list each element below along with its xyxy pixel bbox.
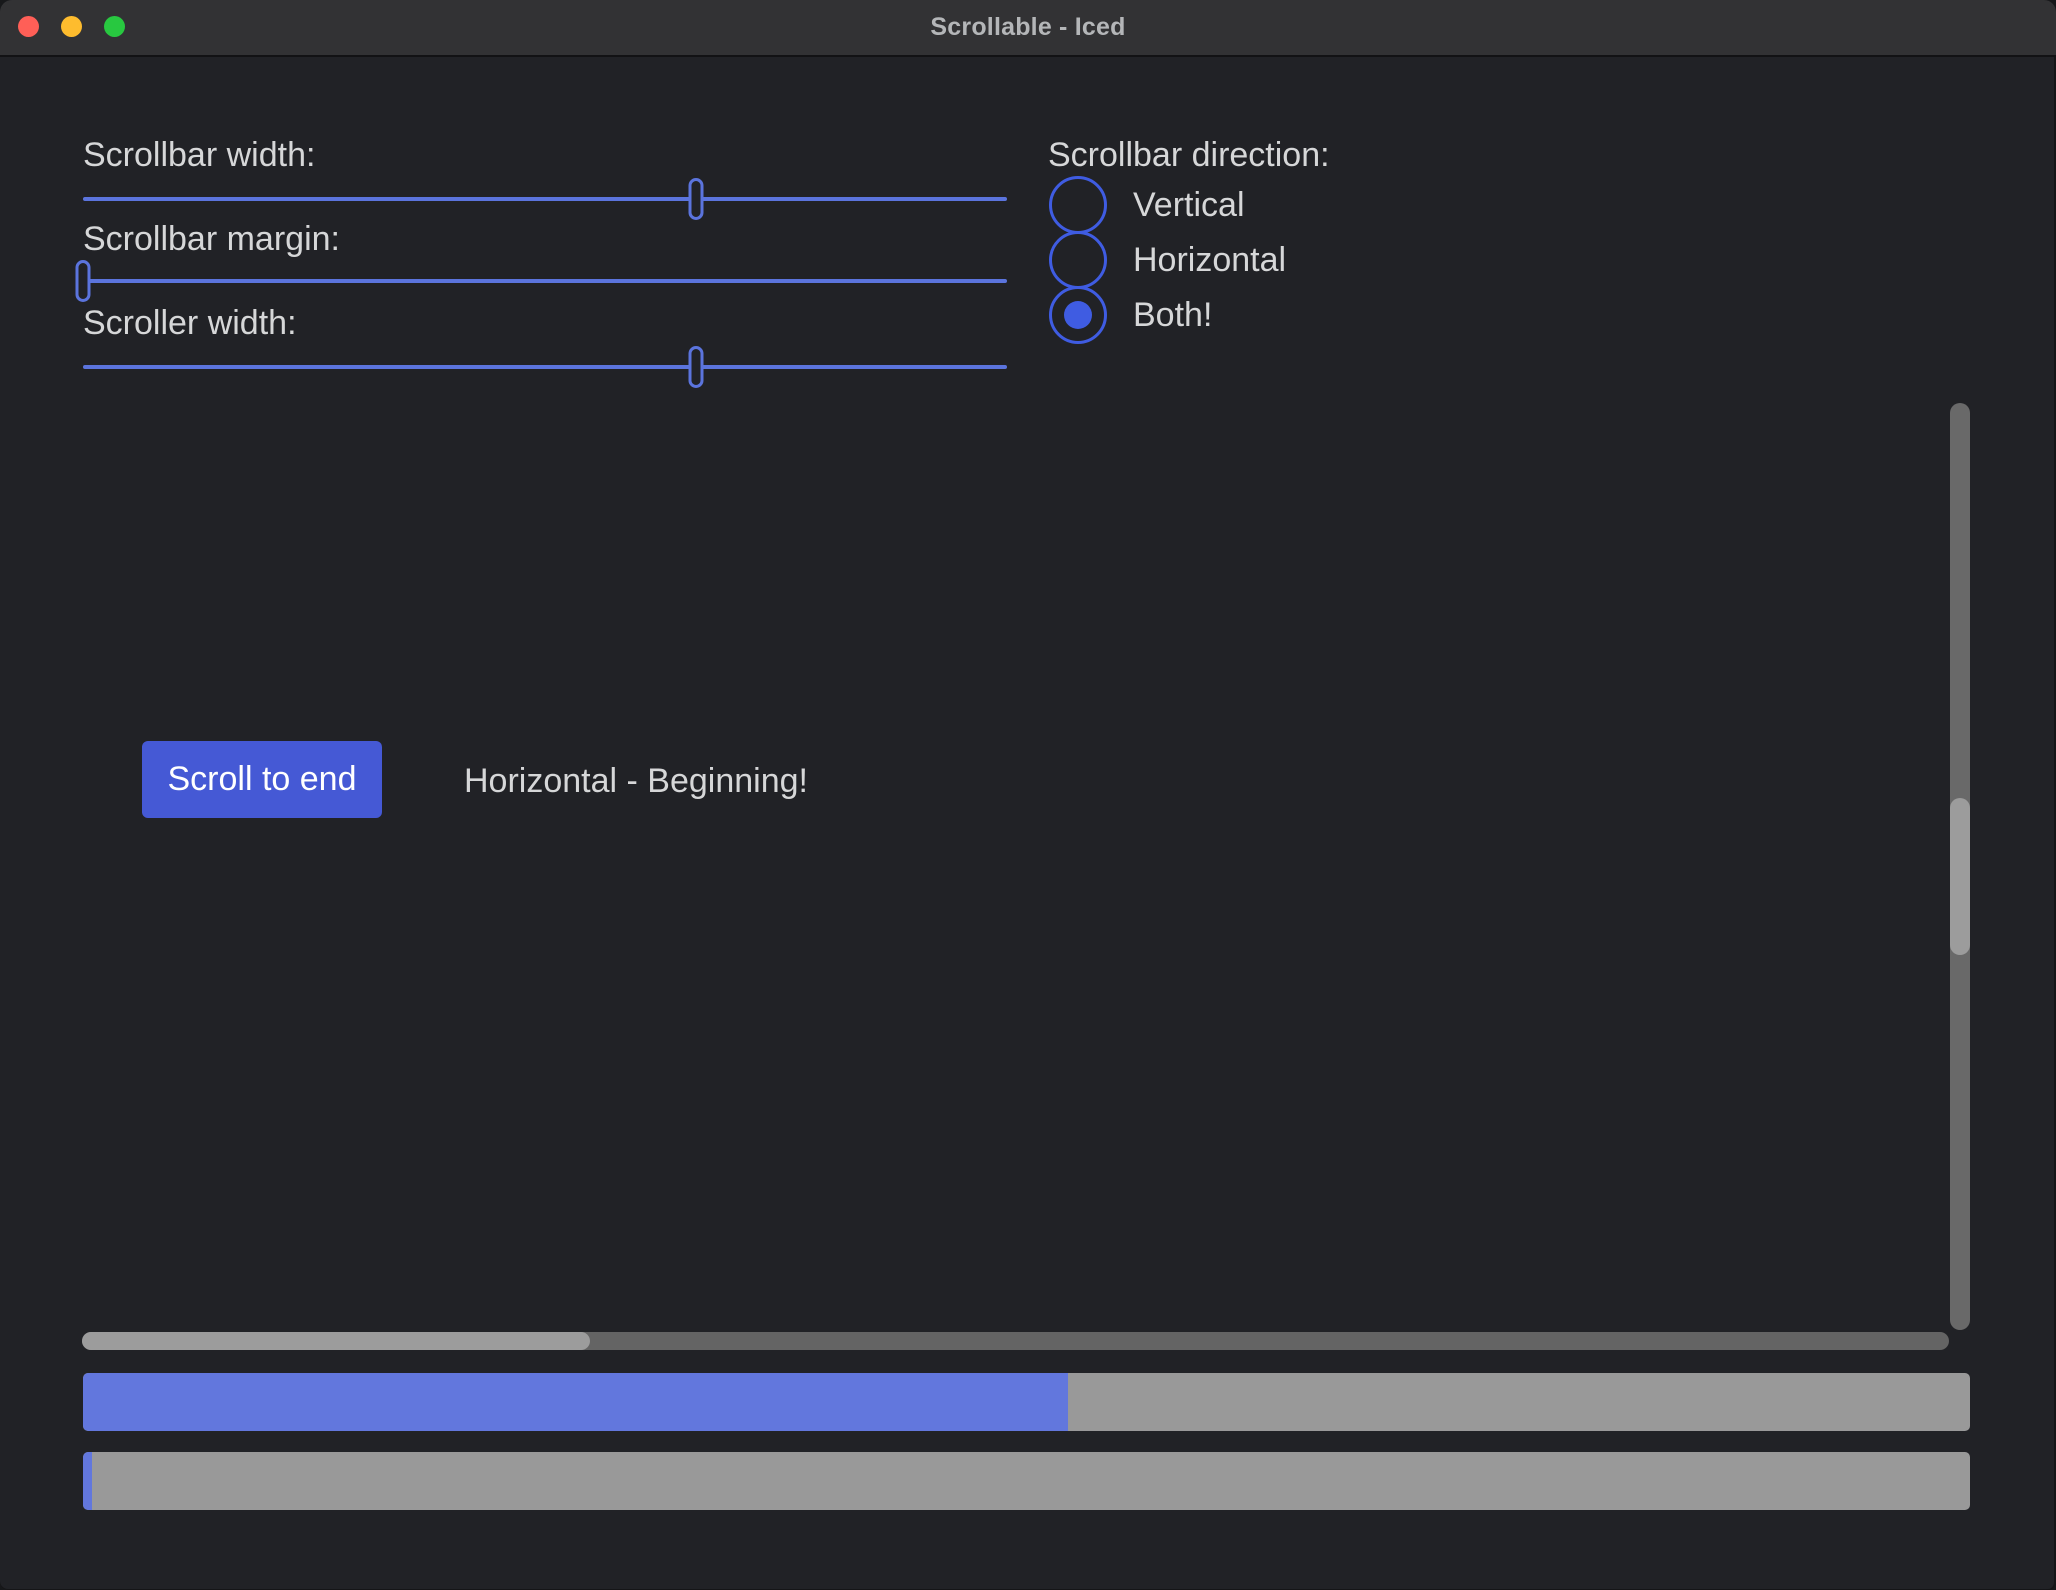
title-bar[interactable]: Scrollable - Iced [0, 0, 2056, 57]
radio-both[interactable]: Both! [1049, 286, 1212, 344]
radio-both-label: Both! [1133, 296, 1212, 335]
radio-horizontal-label: Horizontal [1133, 241, 1286, 280]
zoom-button[interactable] [104, 16, 125, 37]
radio-horizontal[interactable]: Horizontal [1049, 231, 1286, 289]
vertical-scrollbar-thumb[interactable] [1950, 798, 1970, 955]
scrollbar-margin-slider[interactable] [83, 260, 1007, 302]
slider-track[interactable] [83, 197, 1007, 201]
window-title: Scrollable - Iced [930, 13, 1125, 42]
slider-track[interactable] [83, 365, 1007, 369]
scrollbar-margin-label: Scrollbar margin: [83, 220, 340, 258]
close-button[interactable] [18, 16, 39, 37]
scrollbar-width-label: Scrollbar width: [83, 136, 315, 174]
scroll-status-text: Horizontal - Beginning! [464, 762, 808, 801]
scrollbar-width-slider[interactable] [83, 178, 1007, 220]
horizontal-progress-bar [83, 1373, 1970, 1431]
app-window: Scrollable - Iced Scrollbar width: Scrol… [0, 0, 2056, 1590]
progress-fill [83, 1373, 1068, 1431]
horizontal-scrollbar-thumb[interactable] [82, 1332, 590, 1350]
radio-circle-icon[interactable] [1049, 231, 1107, 289]
scroll-to-end-button[interactable]: Scroll to end [142, 741, 382, 818]
radio-circle-icon[interactable] [1049, 286, 1107, 344]
slider-handle[interactable] [688, 346, 703, 388]
vertical-progress-bar [83, 1452, 1970, 1510]
slider-handle[interactable] [76, 260, 91, 302]
minimize-button[interactable] [61, 16, 82, 37]
horizontal-scrollbar-rail[interactable] [82, 1332, 1949, 1350]
radio-vertical[interactable]: Vertical [1049, 176, 1245, 234]
radio-vertical-label: Vertical [1133, 186, 1245, 225]
radio-circle-icon[interactable] [1049, 176, 1107, 234]
scroller-width-label: Scroller width: [83, 304, 297, 342]
slider-handle[interactable] [688, 178, 703, 220]
vertical-scrollbar-rail[interactable] [1950, 403, 1970, 1330]
slider-track[interactable] [83, 279, 1007, 283]
progress-fill [83, 1452, 92, 1510]
scrollbar-direction-label: Scrollbar direction: [1048, 136, 1330, 174]
scroller-width-slider[interactable] [83, 346, 1007, 388]
